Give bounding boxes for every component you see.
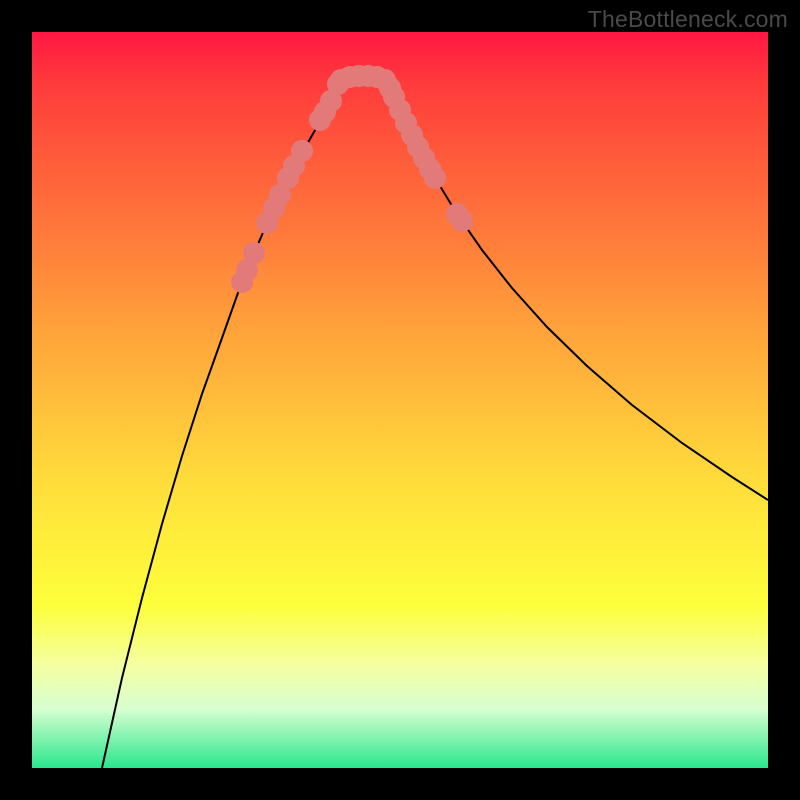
plot-area bbox=[32, 32, 768, 768]
data-marker bbox=[452, 211, 473, 232]
data-marker bbox=[425, 168, 446, 189]
data-marker bbox=[244, 243, 265, 264]
chart-svg bbox=[32, 32, 768, 768]
data-marker bbox=[292, 141, 313, 162]
marker-group bbox=[232, 66, 473, 293]
chart-frame: TheBottleneck.com bbox=[0, 0, 800, 800]
watermark-text: TheBottleneck.com bbox=[588, 6, 788, 33]
